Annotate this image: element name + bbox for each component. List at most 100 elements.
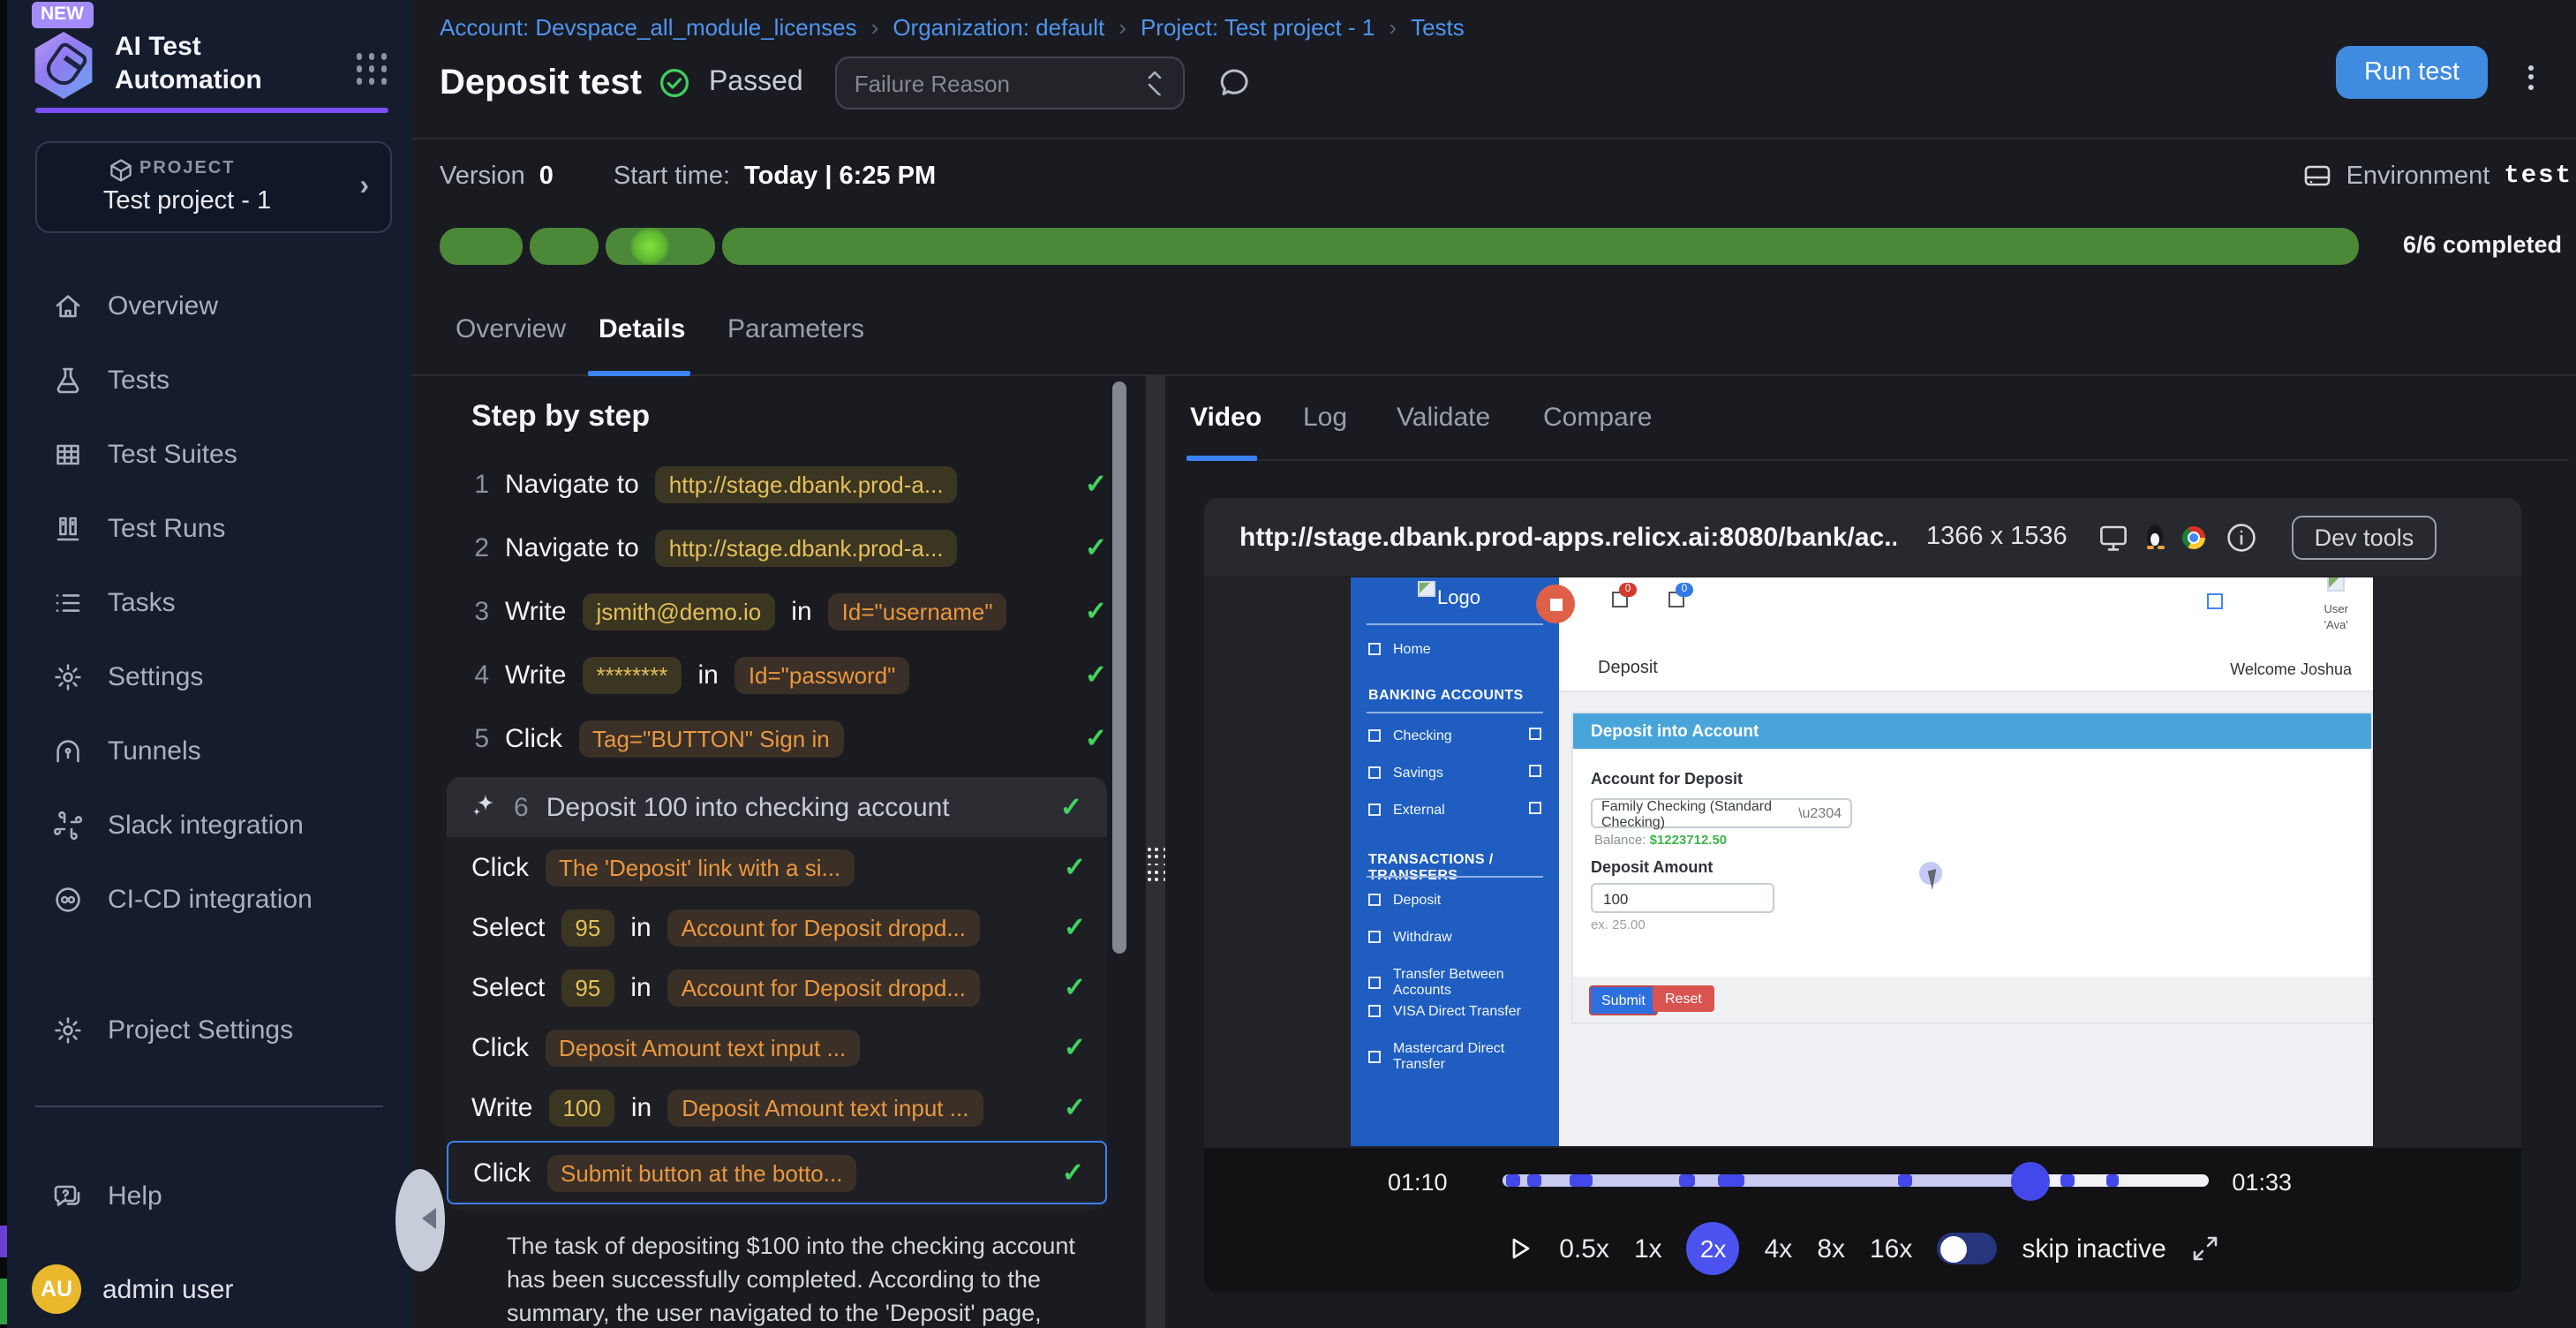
step-selector-badge[interactable]: Id="username" <box>828 592 1007 630</box>
sidebar-item-tasks[interactable]: Tasks <box>7 565 411 639</box>
desktop-fragment <box>0 1279 7 1324</box>
step-summary: The task of depositing $100 into the che… <box>507 1229 1107 1328</box>
app-launcher-icon[interactable] <box>356 53 387 84</box>
breadcrumb-project[interactable]: Project: Test project - 1 <box>1141 14 1375 41</box>
run-test-button[interactable]: Run test <box>2336 46 2488 99</box>
substep-row[interactable]: Write 100 in Deposit Amount text input .… <box>447 1077 1107 1137</box>
step-selector-badge[interactable]: Submit button at the botto... <box>546 1154 856 1191</box>
step-selector-badge[interactable]: Id="password" <box>734 656 910 693</box>
step-action: Write <box>505 660 566 690</box>
sidebar-item-slack-integration[interactable]: Slack integration <box>7 788 411 862</box>
account-select[interactable]: Family Checking (Standard Checking)\u230… <box>1591 798 1852 828</box>
kebab-menu-icon[interactable] <box>2525 57 2537 97</box>
timeline-marker <box>1570 1174 1593 1187</box>
timeline-playhead[interactable] <box>2011 1161 2050 1200</box>
user-menu[interactable]: AU admin user <box>32 1264 233 1314</box>
comment-icon[interactable] <box>1216 65 1252 101</box>
step-group: 6 Deposit 100 into checking account ✓ Cl… <box>447 777 1107 1211</box>
tab-overview[interactable]: Overview <box>456 314 566 344</box>
speed-2x-active[interactable]: 2x <box>1687 1222 1740 1275</box>
step-action: Select <box>471 912 545 942</box>
project-name: Test project - 1 <box>37 187 337 215</box>
sidebar-item-project-settings[interactable]: Project Settings <box>7 992 457 1067</box>
failure-reason-select[interactable]: Failure Reason <box>835 57 1185 109</box>
step-row[interactable]: 1 Navigate to http://stage.dbank.prod-a.… <box>418 452 1132 516</box>
step-row[interactable]: 2 Navigate to http://stage.dbank.prod-a.… <box>418 516 1132 579</box>
step-value-badge[interactable]: http://stage.dbank.prod-a... <box>655 465 958 502</box>
environment-label: Environment <box>2346 162 2490 190</box>
sidebar-item-overview[interactable]: Overview <box>7 268 411 343</box>
progress-segment[interactable] <box>722 228 2359 265</box>
info-icon[interactable] <box>2225 520 2258 554</box>
sidebar-item-cicd-integration[interactable]: CI-CD integration <box>7 862 411 936</box>
bank-submit-button[interactable]: Submit <box>1589 985 1658 1015</box>
deposit-card: Deposit into Account Account for Deposit… <box>1571 712 2373 980</box>
sidebar-item-test-runs[interactable]: Test Runs <box>7 491 411 565</box>
progress-segment[interactable] <box>440 228 523 265</box>
environment-value: test <box>2504 162 2572 190</box>
sidebar-item-tunnels[interactable]: Tunnels <box>7 713 411 788</box>
step-value-badge[interactable]: 100 <box>548 1089 614 1126</box>
step-value-badge[interactable]: 95 <box>561 909 614 946</box>
speed-4x[interactable]: 4x <box>1765 1234 1793 1264</box>
sidebar-item-test-suites[interactable]: Test Suites <box>7 417 411 491</box>
step-value-badge[interactable]: jsmith@demo.io <box>582 592 775 630</box>
steps-scrollbar-thumb[interactable] <box>1112 381 1126 954</box>
step-value-badge[interactable]: http://stage.dbank.prod-a... <box>655 529 958 566</box>
substep-row[interactable]: Click Deposit Amount text input ... ✓ <box>447 1017 1107 1077</box>
step-row[interactable]: 4 Write ******** in Id="password" ✓ <box>418 643 1132 706</box>
speed-16x[interactable]: 16x <box>1870 1234 1912 1264</box>
step-selector-badge[interactable]: Deposit Amount text input ... <box>667 1089 983 1126</box>
drag-dots-icon <box>1148 848 1166 881</box>
breadcrumb-account[interactable]: Account: Devspace_all_module_licenses <box>440 14 857 41</box>
step-success-icon: ✓ <box>1060 791 1082 823</box>
speed-8x[interactable]: 8x <box>1817 1234 1845 1264</box>
substep-row[interactable]: Select 95 in Account for Deposit dropd..… <box>447 957 1107 1017</box>
deposit-amount-input[interactable]: 100 <box>1591 883 1774 913</box>
step-selector-badge[interactable]: Deposit Amount text input ... <box>545 1029 860 1066</box>
step-row[interactable]: 3 Write jsmith@demo.io in Id="username" … <box>418 579 1132 643</box>
bank-reset-button[interactable]: Reset <box>1653 985 1714 1012</box>
substep-row[interactable]: Select 95 in Account for Deposit dropd..… <box>447 897 1107 957</box>
step-row[interactable]: 5 Click Tag="BUTTON" Sign in ✓ <box>418 706 1132 770</box>
active-tab-underline <box>588 371 690 376</box>
substep-row[interactable]: Click The 'Deposit' link with a si... ✓ <box>447 837 1107 897</box>
progress-segment[interactable] <box>530 228 599 265</box>
step-group-header[interactable]: 6 Deposit 100 into checking account ✓ <box>447 777 1107 837</box>
play-button-icon[interactable] <box>1506 1234 1534 1263</box>
speed-0-5x[interactable]: 0.5x <box>1559 1234 1609 1264</box>
video-timeline[interactable] <box>1503 1174 2209 1187</box>
sidebar-divider <box>35 1105 383 1107</box>
step-value-badge[interactable]: 95 <box>561 969 614 1006</box>
help-chat-icon <box>53 1181 83 1211</box>
panel-resize-handle[interactable] <box>1146 374 1165 1328</box>
step-selector-badge[interactable]: The 'Deposit' link with a si... <box>545 849 855 886</box>
tab-log[interactable]: Log <box>1303 403 1347 433</box>
bank-nav-deposit: Deposit <box>1368 892 1441 908</box>
speed-1x[interactable]: 1x <box>1634 1234 1662 1264</box>
step-selector-badge[interactable]: Account for Deposit dropd... <box>667 969 980 1006</box>
sidebar-item-settings[interactable]: Settings <box>7 639 411 713</box>
step-selector-badge[interactable]: Account for Deposit dropd... <box>667 909 980 946</box>
time-current: 01:10 <box>1388 1169 1448 1196</box>
project-selector[interactable]: PROJECT Test project - 1 › <box>35 141 392 233</box>
sidebar-item-help[interactable]: Help <box>7 1158 457 1233</box>
tab-compare[interactable]: Compare <box>1543 403 1652 433</box>
breadcrumb-tests[interactable]: Tests <box>1411 14 1465 41</box>
substep-row-selected[interactable]: Click Submit button at the botto... ✓ <box>447 1141 1107 1204</box>
skip-inactive-toggle[interactable] <box>1937 1233 1997 1264</box>
fullscreen-icon[interactable] <box>2191 1234 2219 1263</box>
tab-validate[interactable]: Validate <box>1397 403 1490 433</box>
tab-video[interactable]: Video <box>1190 403 1262 433</box>
step-value-badge[interactable]: ******** <box>582 656 682 693</box>
tab-parameters[interactable]: Parameters <box>727 314 864 344</box>
step-selector-badge[interactable]: Tag="BUTTON" Sign in <box>578 720 844 757</box>
progress-segment[interactable] <box>606 228 715 265</box>
tab-details[interactable]: Details <box>599 314 685 344</box>
dev-tools-button[interactable]: Dev tools <box>2292 515 2437 559</box>
bank-nav-transfer-between: Transfer Between Accounts <box>1368 966 1559 998</box>
sidebar-item-tests[interactable]: Tests <box>7 343 411 417</box>
video-frame[interactable]: Logo Home BANKING ACCOUNTS Checking Savi… <box>1204 576 2521 1148</box>
bank-notification-icon: 0 <box>1668 592 1684 607</box>
breadcrumb-organization[interactable]: Organization: default <box>893 14 1104 41</box>
